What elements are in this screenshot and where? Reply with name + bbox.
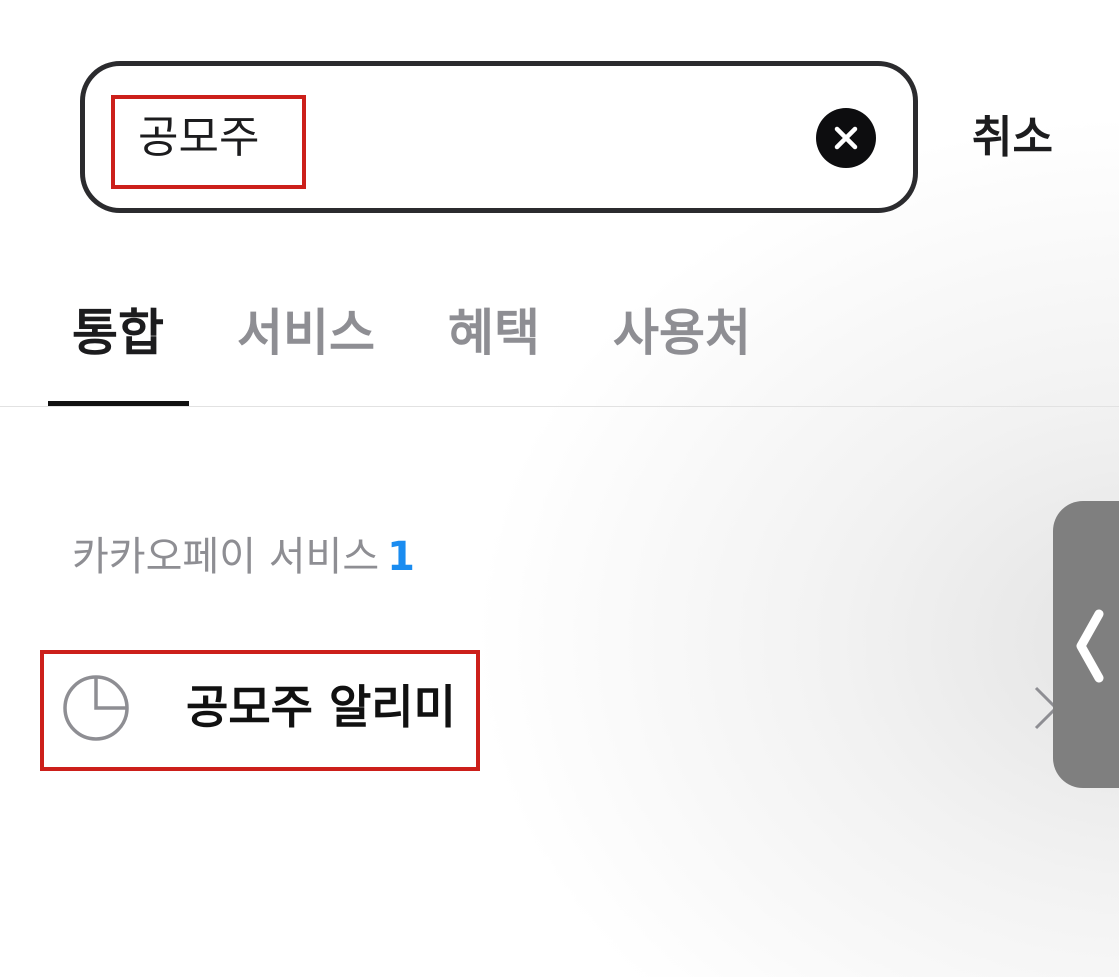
tab-benefits[interactable]: 혜택 — [448, 300, 540, 366]
tab-services[interactable]: 서비스 — [237, 300, 375, 366]
close-icon — [834, 126, 858, 150]
side-handle[interactable] — [1053, 501, 1119, 788]
tabs-divider — [0, 406, 1119, 407]
cancel-button[interactable]: 취소 — [972, 108, 1053, 168]
section-header: 카카오페이 서비스 1 — [72, 530, 415, 584]
tab-all[interactable]: 통합 — [72, 300, 164, 366]
result-label: 공모주 알리미 — [186, 680, 456, 734]
chevron-left-icon — [1076, 609, 1104, 683]
section-count: 1 — [387, 534, 415, 580]
search-input[interactable]: 공모주 — [138, 108, 259, 168]
pie-chart-icon — [63, 675, 129, 741]
section-title: 카카오페이 서비스 — [72, 534, 380, 580]
clear-search-button[interactable] — [816, 108, 876, 168]
tab-merchants[interactable]: 사용처 — [613, 300, 751, 366]
